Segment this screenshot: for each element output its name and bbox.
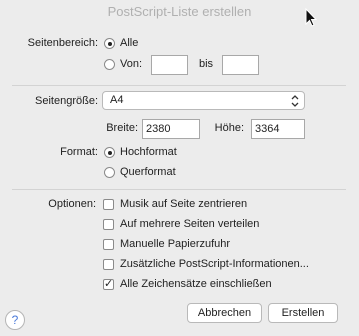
pages-from-field[interactable]: [151, 55, 188, 75]
height-field[interactable]: 3364: [251, 119, 305, 139]
pages-to-field[interactable]: [222, 55, 259, 75]
option-label-include-fonts[interactable]: Alle Zeichensätze einschließen: [120, 278, 272, 290]
pages-to-label: bis: [199, 58, 214, 70]
option-checkbox-include-fonts[interactable]: [103, 277, 114, 290]
options-label: Optionen:: [48, 198, 96, 210]
page-size-label: Seitengröße:: [35, 95, 98, 107]
divider: [12, 189, 346, 190]
option-label-center-music[interactable]: Musik auf Seite zentrieren: [120, 198, 247, 210]
pages-all-radio[interactable]: [104, 38, 115, 49]
pages-from-label[interactable]: Von:: [120, 58, 142, 70]
pages-from-radio[interactable]: [104, 59, 115, 70]
updown-chevron-icon: [291, 95, 299, 107]
page-size-value: A4: [110, 94, 124, 106]
format-label: Format:: [60, 146, 98, 158]
height-label: Höhe:: [214, 122, 244, 134]
option-label-extra-postscript[interactable]: Zusätzliche PostScript-Informationen...: [120, 258, 309, 270]
option-checkbox-multi-page[interactable]: [103, 219, 114, 230]
option-checkbox-extra-postscript[interactable]: [103, 259, 114, 270]
format-landscape-label[interactable]: Querformat: [120, 166, 176, 178]
format-landscape-radio[interactable]: [104, 167, 115, 178]
create-button[interactable]: Erstellen: [268, 303, 338, 323]
option-checkbox-manual-feed[interactable]: [103, 239, 114, 250]
arrow-cursor-icon: [305, 8, 317, 27]
option-label-manual-feed[interactable]: Manuelle Papierzufuhr: [120, 238, 230, 250]
option-checkbox-center-music[interactable]: [103, 199, 114, 210]
pages-all-label[interactable]: Alle: [120, 37, 138, 49]
format-portrait-radio[interactable]: [104, 147, 115, 158]
divider: [12, 85, 346, 86]
format-portrait-label[interactable]: Hochformat: [120, 146, 177, 158]
help-button[interactable]: ?: [5, 310, 25, 330]
option-label-multi-page[interactable]: Auf mehrere Seiten verteilen: [120, 218, 259, 230]
cancel-button[interactable]: Abbrechen: [187, 303, 262, 323]
pages-label: Seitenbereich:: [27, 37, 98, 49]
page-size-select[interactable]: A4: [102, 91, 305, 110]
